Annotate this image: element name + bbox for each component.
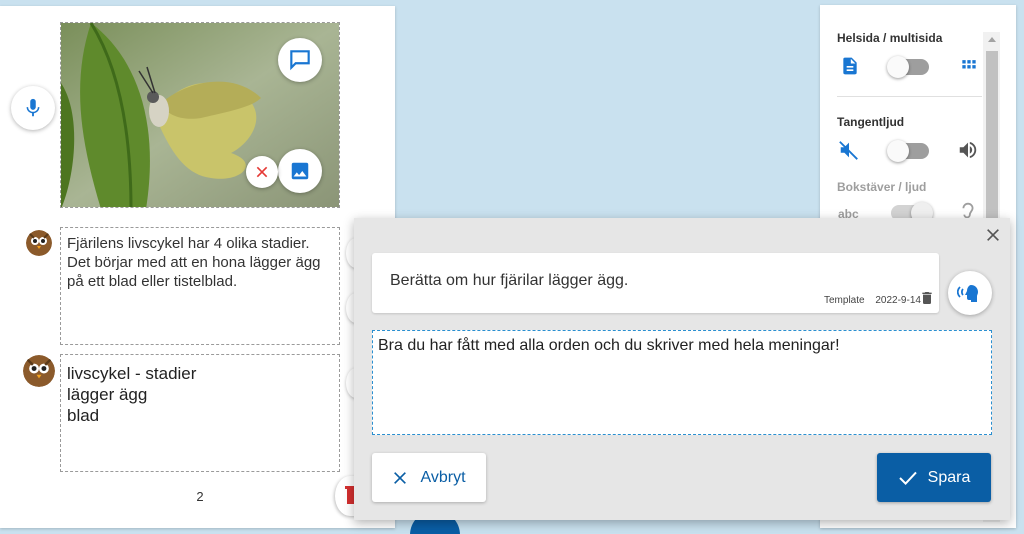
- owl-avatar: [23, 355, 55, 387]
- answer-textarea[interactable]: Bra du har fått med alla orden och du sk…: [372, 330, 992, 435]
- full-multi-toggle[interactable]: [887, 56, 929, 78]
- keyword-item: blad: [67, 406, 100, 425]
- prompt-card: Berätta om hur fjärilar lägger ägg. Temp…: [372, 253, 939, 313]
- grid-icon: [962, 60, 976, 69]
- story-page: Fjärilens livscykel har 4 olika stadier.…: [0, 6, 395, 528]
- document-icon: [843, 57, 857, 75]
- prompt-text: Berätta om hur fjärilar lägger ägg.: [390, 272, 629, 289]
- trash-icon[interactable]: [919, 289, 935, 307]
- cancel-label: Avbryt: [420, 468, 466, 486]
- keyword-item: livscykel - stadier: [67, 364, 197, 383]
- check-icon: [898, 471, 917, 485]
- prompt-meta: Template 2022-9-14: [824, 295, 929, 306]
- story-text-box[interactable]: Fjärilens livscykel har 4 olika stadier.…: [60, 227, 340, 345]
- letters-sound-label: Bokstäver / ljud: [837, 180, 927, 194]
- image-icon: [291, 162, 309, 180]
- close-icon: [256, 166, 268, 178]
- owl-icon: [26, 230, 52, 256]
- cancel-button[interactable]: Avbryt: [372, 453, 486, 502]
- key-sound-toggle[interactable]: [887, 140, 929, 162]
- remove-image-button[interactable]: [246, 156, 278, 188]
- close-icon: [987, 229, 999, 241]
- close-icon: [394, 471, 407, 484]
- keyword-item: lägger ägg: [67, 385, 148, 404]
- volume-off-icon: [839, 141, 858, 160]
- prompt-tag: Template: [824, 295, 865, 306]
- full-multi-label: Helsida / multisida: [837, 31, 943, 45]
- close-dialog-button[interactable]: [982, 224, 1004, 246]
- owl-icon: [23, 355, 55, 387]
- prompt-date: 2022-9-14: [875, 295, 921, 306]
- comment-button[interactable]: [278, 38, 322, 82]
- choose-image-button[interactable]: [278, 149, 322, 193]
- comment-icon: [290, 50, 310, 71]
- page-number: 2: [196, 489, 204, 504]
- comment-dialog: Berätta om hur fjärilar lägger ägg. Temp…: [354, 218, 1010, 520]
- keywords-box[interactable]: livscykel - stadier lägger ägg blad: [60, 354, 340, 472]
- scroll-up-arrow[interactable]: [988, 37, 996, 42]
- divider: [837, 96, 982, 97]
- volume-up-icon: [959, 141, 977, 159]
- owl-avatar: [26, 230, 52, 256]
- microphone-icon: [26, 98, 40, 117]
- save-label: Spara: [927, 468, 971, 486]
- speaking-head-icon: [957, 285, 978, 302]
- key-sound-label: Tangentljud: [837, 115, 905, 129]
- read-aloud-button[interactable]: [948, 271, 992, 315]
- microphone-button[interactable]: [11, 86, 55, 130]
- save-button[interactable]: Spara: [877, 453, 991, 502]
